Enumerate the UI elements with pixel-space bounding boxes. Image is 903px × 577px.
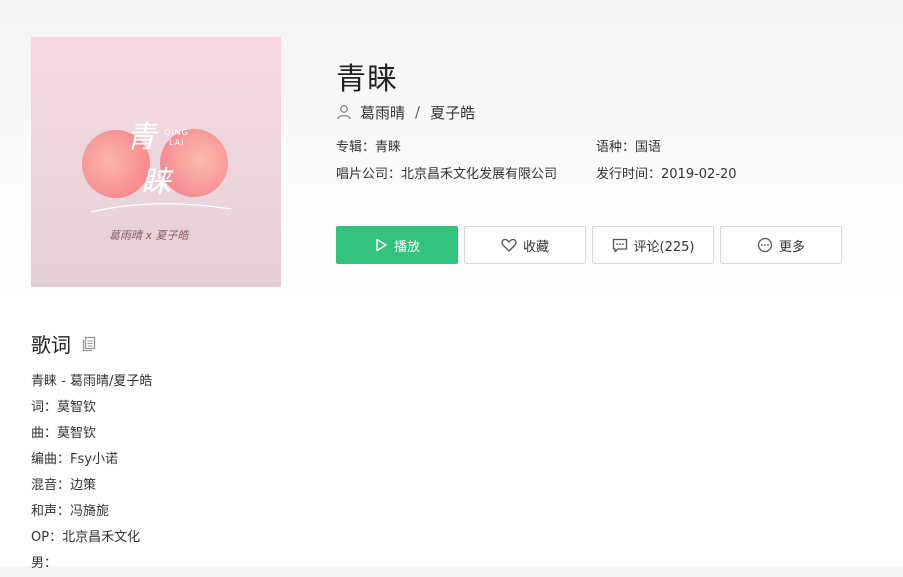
artist-separator: / — [415, 103, 421, 121]
language-label: 语种： — [596, 140, 636, 155]
more-button-label: 更多 — [778, 239, 805, 255]
lyrics-line: 男： — [31, 556, 58, 571]
lyrics-line: 青睐 - 葛雨晴/夏子皓 — [31, 374, 153, 389]
lyrics-header: 歌词 — [31, 329, 97, 358]
play-icon — [376, 238, 387, 252]
play-button[interactable]: 播放 — [336, 226, 458, 264]
lyrics-line: 编曲：Fsy小诺 — [31, 452, 118, 467]
comments-button-label: 评论(225) — [633, 239, 695, 255]
album-link[interactable]: 青睐 — [375, 140, 401, 155]
release-info: 发行时间：2019-02-20 — [596, 163, 737, 182]
copy-icon[interactable] — [81, 336, 97, 352]
cover-stroke — [90, 203, 232, 213]
lyrics-line: 混音：边策 — [31, 478, 97, 493]
more-button[interactable]: 更多 — [720, 226, 842, 264]
artist-link-2[interactable]: 夏子皓 — [430, 102, 475, 123]
album-label: 专辑： — [336, 140, 376, 155]
comments-button[interactable]: 评论(225) — [592, 226, 714, 264]
lyrics-line: 词：莫智钦 — [31, 400, 97, 415]
album-cover-art: 青 睐 QING LAI 葛雨晴 ⅹ 夏子皓 — [82, 120, 232, 242]
cover-pinyin-1: QING — [164, 128, 189, 137]
artist-link-1[interactable]: 葛雨晴 — [360, 102, 405, 123]
language-value: 国语 — [635, 140, 662, 155]
album-info: 专辑：青睐 — [336, 136, 401, 155]
artist-line: 葛雨晴 / 夏子皓 — [336, 101, 475, 123]
favorite-button[interactable]: 收藏 — [464, 226, 586, 264]
more-icon — [757, 237, 773, 253]
action-bar: 播放 收藏 评论(225) 更多 — [336, 226, 842, 264]
album-cover[interactable]: 青 睐 QING LAI 葛雨晴 ⅹ 夏子皓 — [31, 37, 281, 287]
lyrics-list: 青睐 - 葛雨晴/夏子皓 词：莫智钦 曲：莫智钦 编曲：Fsy小诺 混音：边策 … — [31, 369, 152, 577]
language-info: 语种：国语 — [596, 136, 661, 155]
lyrics-heading: 歌词 — [31, 333, 71, 357]
lyrics-line: OP：北京昌禾文化 — [31, 530, 141, 545]
company-info: 唱片公司：北京昌禾文化发展有限公司 — [336, 163, 557, 182]
lyrics-line: 和声：冯旖旎 — [31, 504, 110, 519]
cover-title-char-1: 青 — [126, 120, 159, 155]
cover-artists-art: 葛雨晴 ⅹ 夏子皓 — [109, 229, 191, 242]
lyrics-line: 曲：莫智钦 — [31, 426, 97, 441]
play-button-label: 播放 — [393, 239, 420, 255]
company-label: 唱片公司： — [336, 167, 402, 182]
comment-icon — [612, 238, 627, 252]
song-title: 青睐 — [336, 62, 398, 97]
release-date: 2019-02-20 — [661, 167, 737, 182]
favorite-button-label: 收藏 — [522, 239, 549, 255]
release-label: 发行时间： — [596, 167, 662, 182]
cover-pinyin-2: LAI — [169, 138, 184, 147]
user-icon — [337, 105, 351, 120]
heart-icon — [501, 238, 517, 252]
cover-title-char-2: 睐 — [141, 165, 174, 200]
company-value: 北京昌禾文化发展有限公司 — [401, 167, 558, 182]
